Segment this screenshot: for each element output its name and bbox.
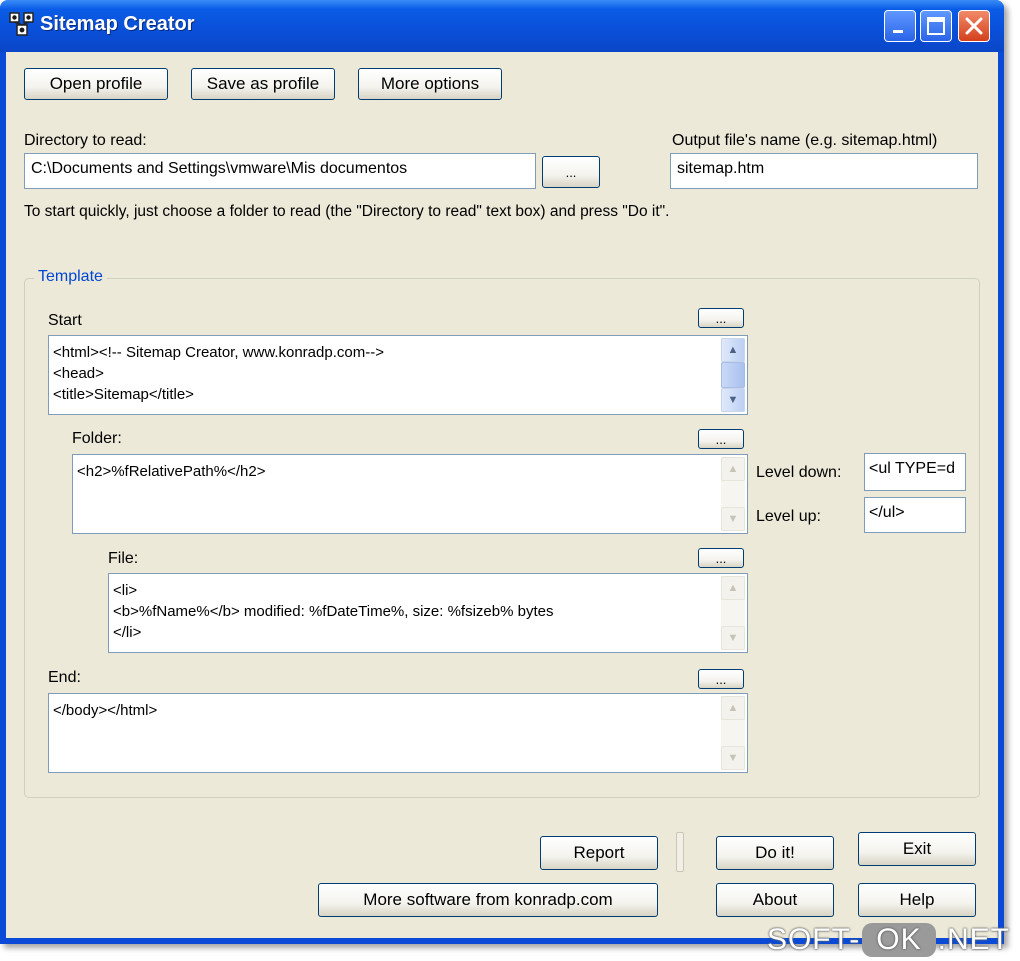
level-down-input[interactable]: <ul TYPE=d xyxy=(864,453,966,491)
end-template-text: </body></html> xyxy=(53,702,158,719)
minimize-button[interactable] xyxy=(884,10,916,42)
file-browse-button[interactable]: ... xyxy=(698,548,744,568)
level-up-input[interactable]: </ul> xyxy=(864,497,966,533)
scroll-up-arrow-icon[interactable]: ▲ xyxy=(721,576,745,600)
do-it-button[interactable]: Do it! xyxy=(716,836,834,870)
close-button[interactable] xyxy=(958,10,990,42)
start-browse-button[interactable]: ... xyxy=(698,308,744,328)
more-software-button[interactable]: More software from konradp.com xyxy=(318,883,658,917)
scroll-up-arrow-icon[interactable]: ▲ xyxy=(721,338,745,362)
end-scrollbar[interactable]: ▲ ▼ xyxy=(721,696,745,770)
file-label: File: xyxy=(108,550,139,567)
app-window: Sitemap Creator Open profile Save as pro… xyxy=(0,0,1004,944)
save-as-profile-button[interactable]: Save as profile xyxy=(191,68,335,100)
about-button[interactable]: About xyxy=(716,883,834,917)
scroll-up-arrow-icon[interactable]: ▲ xyxy=(721,696,745,720)
dialog-body: Open profile Save as profile More option… xyxy=(6,52,998,938)
folder-textarea[interactable]: <h2>%fRelativePath%</h2> ▲ ▼ xyxy=(72,454,748,534)
folder-template-text: <h2>%fRelativePath%</h2> xyxy=(77,463,266,480)
open-profile-button[interactable]: Open profile xyxy=(24,68,168,100)
level-down-label: Level down: xyxy=(756,464,842,481)
folder-scrollbar[interactable]: ▲ ▼ xyxy=(721,457,745,531)
scroll-down-arrow-icon[interactable]: ▼ xyxy=(721,746,745,770)
output-file-input[interactable]: sitemap.htm xyxy=(670,153,978,189)
help-button[interactable]: Help xyxy=(858,883,976,917)
file-scrollbar[interactable]: ▲ ▼ xyxy=(721,576,745,650)
maximize-button[interactable] xyxy=(920,10,952,42)
start-textarea[interactable]: <html><!-- Sitemap Creator, www.konradp.… xyxy=(48,335,748,415)
start-template-text: <html><!-- Sitemap Creator, www.konradp.… xyxy=(53,344,384,403)
window-title: Sitemap Creator xyxy=(40,13,195,35)
watermark-mid: OK xyxy=(862,923,936,957)
folder-label: Folder: xyxy=(72,430,122,447)
start-label: Start xyxy=(48,312,82,329)
folder-browse-button[interactable]: ... xyxy=(698,429,744,449)
minimize-icon xyxy=(893,30,903,33)
watermark: SOFT- OK .NET xyxy=(767,923,1010,957)
directory-label: Directory to read: xyxy=(24,132,147,149)
button-separator xyxy=(676,832,684,872)
scroll-thumb[interactable] xyxy=(721,362,745,388)
watermark-right: .NET xyxy=(937,923,1010,956)
exit-button[interactable]: Exit xyxy=(858,832,976,866)
file-textarea[interactable]: <li> <b>%fName%</b> modified: %fDateTime… xyxy=(108,573,748,653)
quick-start-hint: To start quickly, just choose a folder t… xyxy=(24,203,670,220)
end-textarea[interactable]: </body></html> ▲ ▼ xyxy=(48,693,748,773)
scroll-down-arrow-icon[interactable]: ▼ xyxy=(721,626,745,650)
watermark-left: SOFT- xyxy=(766,923,861,956)
directory-input[interactable]: C:\Documents and Settings\vmware\Mis doc… xyxy=(24,153,536,189)
output-file-label: Output file's name (e.g. sitemap.html) xyxy=(672,132,938,149)
end-browse-button[interactable]: ... xyxy=(698,669,744,689)
browse-directory-button[interactable]: ... xyxy=(542,156,600,188)
sitemap-app-icon xyxy=(9,12,34,36)
close-icon xyxy=(965,17,983,35)
end-label: End: xyxy=(48,669,81,686)
level-up-label: Level up: xyxy=(756,508,821,525)
scroll-down-arrow-icon[interactable]: ▼ xyxy=(721,388,745,412)
more-options-button[interactable]: More options xyxy=(358,68,502,100)
scroll-up-arrow-icon[interactable]: ▲ xyxy=(721,457,745,481)
title-bar[interactable]: Sitemap Creator xyxy=(0,0,1004,52)
start-scrollbar[interactable]: ▲ ▼ xyxy=(721,338,745,412)
maximize-icon xyxy=(927,17,945,35)
scroll-down-arrow-icon[interactable]: ▼ xyxy=(721,507,745,531)
template-group-legend: Template xyxy=(34,268,107,286)
report-button[interactable]: Report xyxy=(540,836,658,870)
file-template-text: <li> <b>%fName%</b> modified: %fDateTime… xyxy=(113,582,554,641)
